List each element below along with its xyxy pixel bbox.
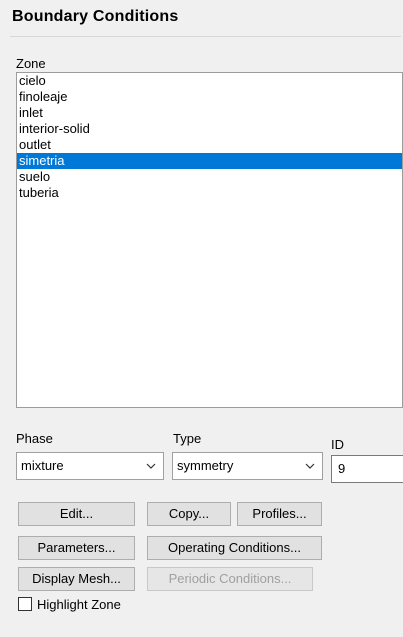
phase-label: Phase [16, 431, 53, 446]
highlight-zone-checkbox[interactable] [18, 597, 32, 611]
id-field[interactable]: 9 [331, 455, 403, 483]
zone-item-cielo[interactable]: cielo [17, 73, 402, 89]
zone-list[interactable]: cielo finoleaje inlet interior-solid out… [16, 72, 403, 408]
type-select[interactable]: symmetry [172, 452, 323, 480]
zone-label: Zone [16, 56, 46, 71]
zone-item-tuberia[interactable]: tuberia [17, 185, 402, 201]
periodic-conditions-button[interactable]: Periodic Conditions... [147, 567, 313, 591]
id-label: ID [331, 437, 344, 452]
chevron-down-icon [305, 463, 315, 469]
chevron-down-icon [146, 463, 156, 469]
zone-item-suelo[interactable]: suelo [17, 169, 402, 185]
highlight-zone-label: Highlight Zone [37, 597, 121, 612]
edit-button[interactable]: Edit... [18, 502, 135, 526]
type-select-value: symmetry [177, 458, 234, 473]
boundary-conditions-panel: Boundary Conditions Zone cielo finoleaje… [0, 0, 403, 637]
phase-select-value: mixture [21, 458, 64, 473]
zone-item-simetria[interactable]: simetria [17, 153, 402, 169]
phase-select[interactable]: mixture [16, 452, 164, 480]
profiles-button[interactable]: Profiles... [237, 502, 322, 526]
copy-button[interactable]: Copy... [147, 502, 231, 526]
zone-item-interior-solid[interactable]: interior-solid [17, 121, 402, 137]
zone-item-finoleaje[interactable]: finoleaje [17, 89, 402, 105]
operating-conditions-button[interactable]: Operating Conditions... [147, 536, 322, 560]
type-label: Type [173, 431, 202, 446]
display-mesh-button[interactable]: Display Mesh... [18, 567, 135, 591]
panel-title: Boundary Conditions [12, 8, 179, 25]
zone-item-inlet[interactable]: inlet [17, 105, 402, 121]
parameters-button[interactable]: Parameters... [18, 536, 135, 560]
title-divider [10, 36, 401, 37]
zone-item-outlet[interactable]: outlet [17, 137, 402, 153]
